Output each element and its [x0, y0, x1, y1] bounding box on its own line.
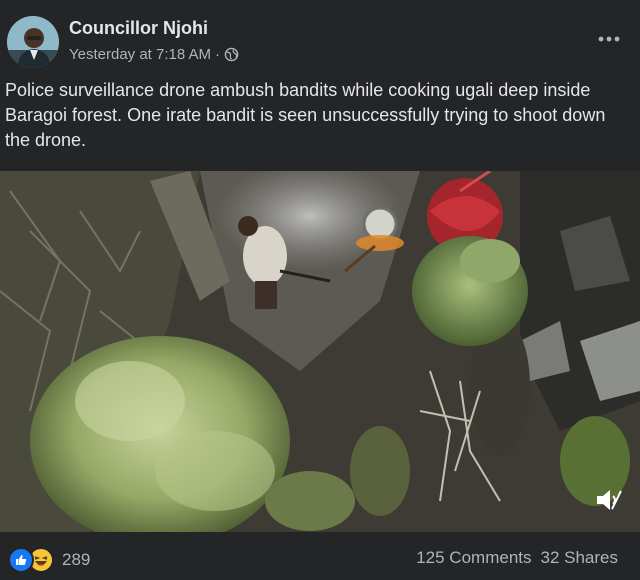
post-stats: 125 Comments 32 Shares	[416, 548, 618, 568]
globe-icon[interactable]	[224, 47, 239, 62]
more-options-button[interactable]	[592, 26, 626, 52]
author-name[interactable]: Councillor Njohi	[69, 18, 208, 39]
like-reaction-icon	[8, 547, 34, 573]
avatar[interactable]	[7, 16, 59, 68]
thumbs-up-icon	[16, 555, 27, 565]
post-footer: 289 125 Comments 32 Shares	[0, 532, 640, 580]
post-timestamp[interactable]: Yesterday at 7:18 AM	[69, 46, 211, 63]
comments-count-link[interactable]: 125 Comments	[416, 548, 531, 568]
post-text: Police surveillance drone ambush bandits…	[5, 80, 606, 150]
meta-separator: ·	[215, 46, 221, 63]
volume-muted-icon	[597, 490, 622, 510]
reaction-count: 289	[62, 550, 91, 569]
shares-count-link[interactable]: 32 Shares	[541, 548, 619, 568]
more-options-icon	[598, 36, 620, 42]
video-frame	[0, 171, 640, 532]
reactions-summary[interactable]: 289	[8, 547, 90, 573]
volume-button[interactable]	[594, 485, 624, 515]
video-player[interactable]	[0, 171, 640, 532]
post-meta: Yesterday at 7:18 AM ·	[69, 46, 239, 63]
post-header: Councillor Njohi Yesterday at 7:18 AM ·	[0, 0, 640, 72]
avatar-image	[7, 16, 59, 68]
facebook-post: Councillor Njohi Yesterday at 7:18 AM · …	[0, 0, 640, 580]
